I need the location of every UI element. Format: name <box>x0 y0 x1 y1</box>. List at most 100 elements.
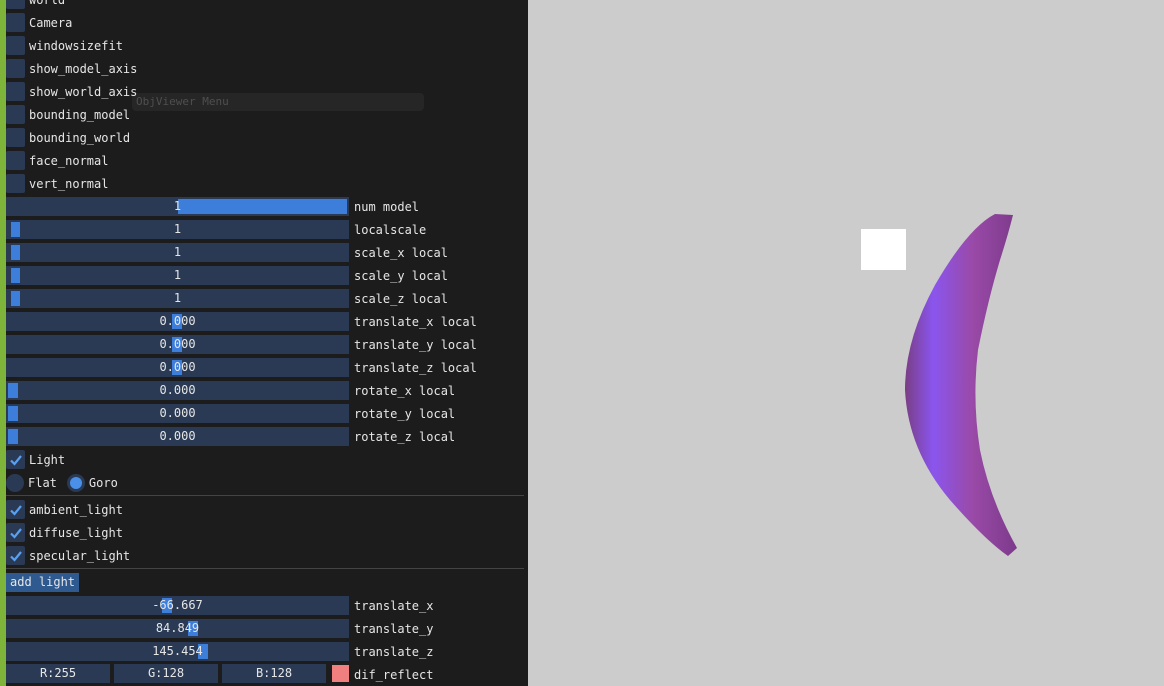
slider-label: translate_y <box>354 621 434 636</box>
checkbox-label: diffuse_light <box>29 525 123 540</box>
checkbox-label: show_world_axis <box>29 84 138 99</box>
radio-goro-label: Goro <box>88 475 118 490</box>
translate-x-local-slider[interactable]: 0.000 <box>6 312 349 331</box>
slider-label: scale_x local <box>354 245 448 260</box>
checkbox-world[interactable]: world <box>6 0 65 10</box>
checkbox-box[interactable] <box>6 174 25 193</box>
check-icon <box>9 504 22 516</box>
separator <box>6 495 524 496</box>
check-icon <box>9 527 22 539</box>
checkbox-show-model-axis[interactable]: show_model_axis <box>6 58 137 79</box>
color-g-field[interactable]: G:128 <box>114 664 218 683</box>
checkbox-box[interactable] <box>6 82 25 101</box>
control-panel: ObjViewer Menu world Camera windowsizefi… <box>0 0 528 686</box>
checkbox-box[interactable] <box>6 151 25 170</box>
light-translate-x-slider[interactable]: -66.667 <box>6 596 349 615</box>
slider-label: translate_z local <box>354 360 477 375</box>
checkbox-face-normal[interactable]: face_normal <box>6 150 108 171</box>
num-model-row: 1 num model <box>6 196 524 217</box>
checkbox-box[interactable] <box>6 128 25 147</box>
checkbox-show-world-axis[interactable]: show_world_axis <box>6 81 137 102</box>
checkbox-box[interactable] <box>6 0 25 9</box>
checkbox-label: face_normal <box>29 153 109 168</box>
checkbox-box[interactable] <box>6 105 25 124</box>
dif-reflect-color-row: R:255 G:128 B:128 dif_reflect <box>6 664 524 685</box>
slider-value: 1 <box>173 245 182 259</box>
checkbox-box[interactable] <box>6 59 25 78</box>
color-swatch[interactable] <box>332 665 349 682</box>
checkbox-bounding-world[interactable]: bounding_world <box>6 127 130 148</box>
light-translate-y-slider[interactable]: 84.849 <box>6 619 349 638</box>
slider-value: 1 <box>173 199 182 213</box>
color-label: dif_reflect <box>354 667 434 682</box>
checkbox-box[interactable] <box>6 546 25 565</box>
slider-label: translate_x local <box>354 314 477 329</box>
checkbox-windowsizefit[interactable]: windowsizefit <box>6 35 123 56</box>
checkbox-label: ambient_light <box>29 502 123 517</box>
color-b-field[interactable]: B:128 <box>222 664 326 683</box>
translate-y-local-slider[interactable]: 0.000 <box>6 335 349 354</box>
slider-label: rotate_z local <box>354 429 456 444</box>
translate-z-local-row: 0.000 translate_z local <box>6 357 524 378</box>
checkbox-light[interactable]: Light <box>6 449 65 470</box>
checkbox-label: bounding_model <box>29 107 131 122</box>
scale-y-slider[interactable]: 1 <box>6 266 349 285</box>
scale-z-row: 1 scale_z local <box>6 288 524 309</box>
slider-value: 145.454 <box>152 644 203 658</box>
checkbox-box[interactable] <box>6 13 25 32</box>
slider-label: scale_y local <box>354 268 448 283</box>
scale-z-slider[interactable]: 1 <box>6 289 349 308</box>
radio-selected-dot <box>69 476 82 489</box>
rotate-z-local-slider[interactable]: 0.000 <box>6 427 349 446</box>
translate-z-local-slider[interactable]: 0.000 <box>6 358 349 377</box>
scale-x-slider[interactable]: 1 <box>6 243 349 262</box>
slider-label: translate_y local <box>354 337 477 352</box>
checkbox-label: world <box>29 0 65 7</box>
checkbox-box[interactable] <box>6 523 25 542</box>
light-translate-z-slider[interactable]: 145.454 <box>6 642 349 661</box>
rotate-y-local-slider[interactable]: 0.000 <box>6 404 349 423</box>
radio-goro[interactable] <box>66 473 85 492</box>
slider-value: 84.849 <box>155 621 200 635</box>
light-source-marker <box>861 229 906 270</box>
light-translate-x-row: -66.667 translate_x <box>6 595 524 616</box>
slider-value: -66.667 <box>152 598 203 612</box>
checkbox-diffuse-light[interactable]: diffuse_light <box>6 522 123 543</box>
checkbox-label: Light <box>29 452 66 467</box>
slider-label: num model <box>354 199 420 214</box>
slider-label: rotate_x local <box>354 383 456 398</box>
checkbox-label: show_model_axis <box>29 61 138 76</box>
checkbox-specular-light[interactable]: specular_light <box>6 545 130 566</box>
translate-x-local-row: 0.000 translate_x local <box>6 311 524 332</box>
3d-viewport[interactable] <box>528 0 1164 686</box>
checkbox-box[interactable] <box>6 500 25 519</box>
checkbox-ambient-light[interactable]: ambient_light <box>6 499 123 520</box>
radio-flat[interactable] <box>6 473 24 492</box>
scale-x-row: 1 scale_x local <box>6 242 524 263</box>
slider-value: 1 <box>173 222 182 236</box>
localscale-slider[interactable]: 1 <box>6 220 349 239</box>
checkbox-vert-normal[interactable]: vert_normal <box>6 173 108 194</box>
check-icon <box>9 550 22 562</box>
rotate-x-local-slider[interactable]: 0.000 <box>6 381 349 400</box>
checkbox-label: vert_normal <box>29 176 109 191</box>
add-light-row: add light <box>6 572 80 593</box>
collapsed-window-title[interactable]: ObjViewer Menu <box>132 93 424 111</box>
checkbox-box[interactable] <box>6 450 25 469</box>
radio-flat-label: Flat <box>28 475 57 490</box>
slider-label: rotate_y local <box>354 406 456 421</box>
checkbox-bounding-model[interactable]: bounding_model <box>6 104 130 125</box>
add-light-button[interactable]: add light <box>6 573 80 592</box>
scale-y-row: 1 scale_y local <box>6 265 524 286</box>
separator <box>6 568 524 569</box>
color-r-field[interactable]: R:255 <box>6 664 110 683</box>
num-model-slider[interactable]: 1 <box>6 197 349 216</box>
slider-value: 1 <box>173 291 182 305</box>
slider-label: scale_z local <box>354 291 448 306</box>
slider-value: 0.000 <box>159 406 196 420</box>
slider-value: 0.000 <box>159 360 196 374</box>
checkbox-label: specular_light <box>29 548 131 563</box>
rotate-z-local-row: 0.000 rotate_z local <box>6 426 524 447</box>
checkbox-camera[interactable]: Camera <box>6 12 72 33</box>
checkbox-box[interactable] <box>6 36 25 55</box>
